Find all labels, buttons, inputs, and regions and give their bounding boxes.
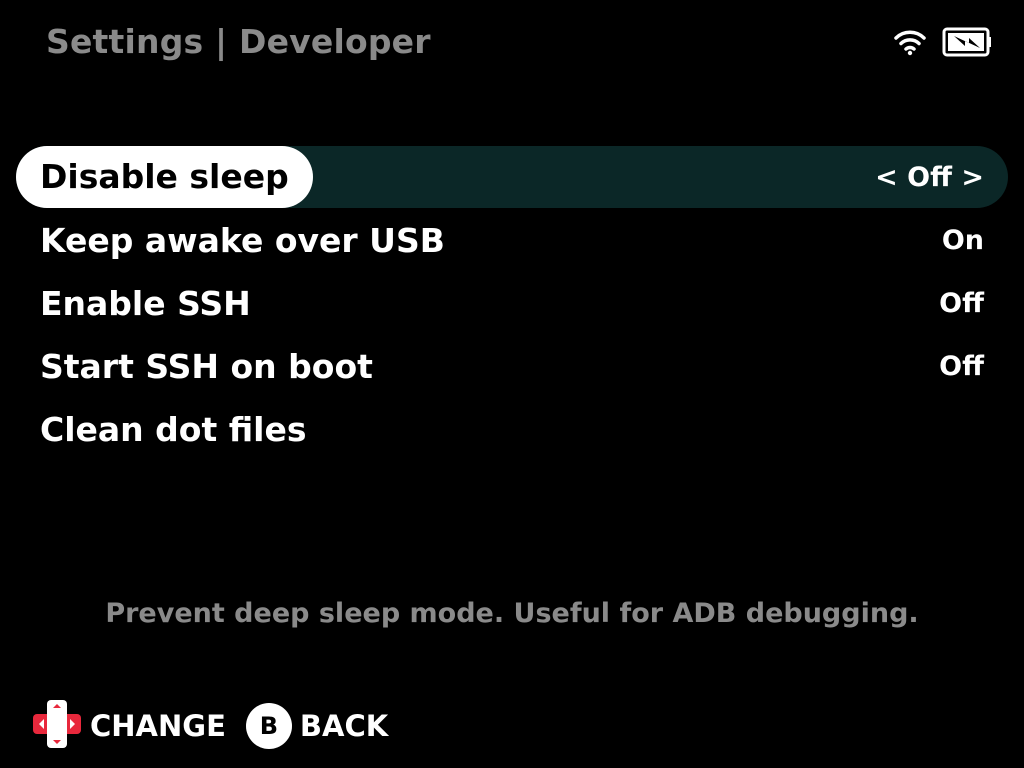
back-label: BACK bbox=[299, 709, 389, 743]
settings-menu: Disable sleep < Off > Keep awake over US… bbox=[16, 146, 1008, 461]
menu-item-label: Clean dot files bbox=[40, 409, 307, 449]
menu-item-clean-dot-files[interactable]: Clean dot files bbox=[16, 398, 1008, 461]
menu-item-ssh-on-boot[interactable]: Start SSH on boot Off bbox=[16, 335, 1008, 398]
wifi-icon bbox=[894, 28, 926, 56]
dpad-icon bbox=[32, 699, 82, 753]
menu-item-disable-sleep[interactable]: Disable sleep < Off > bbox=[16, 146, 1008, 208]
status-bar bbox=[894, 24, 992, 60]
screen: Settings | Developer Disable sleep < Off… bbox=[0, 0, 1024, 768]
menu-item-value: Off bbox=[939, 351, 984, 382]
menu-item-enable-ssh[interactable]: Enable SSH Off bbox=[16, 272, 1008, 335]
menu-item-value: Off bbox=[939, 288, 984, 319]
menu-item-value[interactable]: < Off > bbox=[875, 162, 1008, 193]
help-text: Prevent deep sleep mode. Useful for ADB … bbox=[105, 598, 919, 629]
menu-item-keep-awake-usb[interactable]: Keep awake over USB On bbox=[16, 209, 1008, 272]
menu-item-label: Disable sleep bbox=[16, 146, 313, 208]
menu-item-label: Keep awake over USB bbox=[40, 220, 445, 260]
menu-item-label: Start SSH on boot bbox=[40, 346, 373, 386]
page-title: Settings | Developer bbox=[46, 22, 431, 61]
menu-item-value: On bbox=[941, 225, 984, 256]
menu-item-label: Enable SSH bbox=[40, 283, 251, 323]
b-button-icon[interactable]: B bbox=[245, 703, 292, 749]
button-hints: CHANGE B BACK bbox=[32, 699, 389, 753]
battery-charging-icon bbox=[942, 27, 992, 57]
change-label: CHANGE bbox=[90, 709, 226, 743]
